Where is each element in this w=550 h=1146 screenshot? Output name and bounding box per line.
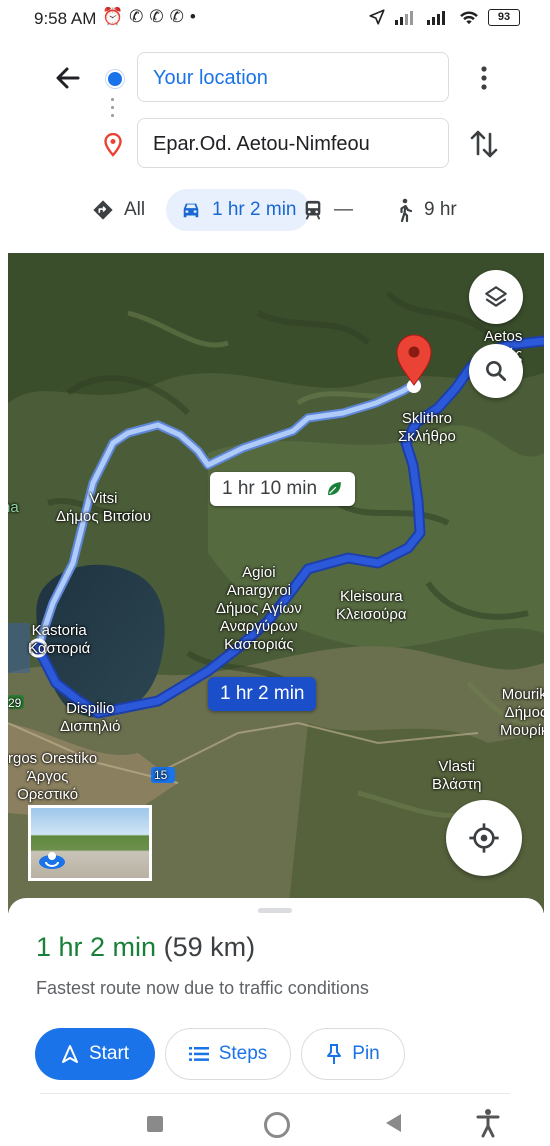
- layers-icon: [485, 286, 507, 307]
- route-description: Fastest route now due to traffic conditi…: [36, 978, 369, 998]
- home-icon[interactable]: [264, 1112, 290, 1138]
- main-route-time-label: 1 hr 2 min: [220, 683, 305, 704]
- battery-icon: 93: [488, 8, 520, 26]
- layers-button[interactable]: [469, 270, 523, 324]
- walking-icon: [400, 198, 413, 222]
- destination-pin-icon: [103, 132, 123, 162]
- back-triangle-icon[interactable]: [386, 1114, 401, 1132]
- system-navigation-bar: [0, 1102, 550, 1146]
- accessibility-icon[interactable]: [476, 1108, 500, 1143]
- my-location-icon: [469, 823, 499, 853]
- status-time: 9:58 AM: [34, 9, 97, 28]
- route-summary: 1 hr 2 min (59 km): [36, 932, 255, 963]
- route-connector-dots: [111, 98, 115, 122]
- map-label-vitsi: Vitsi Δήμος Βιτσίου: [56, 490, 151, 525]
- destination-input[interactable]: Epar.Od. Aetou-Nimfeou: [137, 118, 449, 168]
- map-label-vlasti: Vlasti Βλάστη: [432, 758, 482, 793]
- map-label-sklithro: Sklithro Σκλήθρο: [398, 410, 456, 445]
- list-icon: [188, 1047, 209, 1061]
- street-view-thumbnail[interactable]: [28, 805, 152, 881]
- tab-walking[interactable]: 9 hr: [394, 189, 457, 231]
- tab-walking-label: 9 hr: [424, 199, 457, 220]
- recents-icon[interactable]: [147, 1116, 163, 1132]
- map-label-kastoria: Kastoria Καστοριά: [28, 622, 91, 657]
- start-button-label: Start: [88, 1043, 130, 1064]
- tab-transit-label: —: [334, 199, 353, 220]
- dot-icon: •: [189, 7, 196, 26]
- map-label-mouriki: Mouriki Δήμος Μουρίκι: [500, 686, 544, 739]
- car-icon: [183, 203, 199, 218]
- location-arrow-icon: [369, 9, 385, 25]
- viber-icon: ✆: [129, 7, 144, 26]
- street-view-icon: [39, 852, 65, 869]
- sheet-divider: [40, 1093, 510, 1094]
- tab-driving[interactable]: 1 hr 2 min: [166, 189, 311, 231]
- eta-time: 1 hr 2 min: [36, 932, 157, 962]
- start-button[interactable]: Start: [35, 1028, 155, 1080]
- train-icon: [305, 200, 321, 220]
- status-notification-icons: ⏰ ✆ ✆ ✆ •: [102, 7, 196, 27]
- my-location-button[interactable]: [446, 800, 522, 876]
- pushpin-icon: [327, 1044, 342, 1064]
- alt-route-time-label: 1 hr 10 min: [222, 478, 318, 499]
- signal-icon: [395, 11, 413, 25]
- more-vert-icon: [481, 66, 487, 90]
- more-options-button[interactable]: [468, 60, 500, 96]
- status-right-icons: 93: [368, 8, 520, 26]
- map-label-dispilio: Dispilio Δισπηλιό: [60, 700, 121, 735]
- viber-icon: ✆: [149, 7, 164, 26]
- arrow-back-icon: [56, 67, 80, 89]
- status-bar: 9:58 AM ⏰ ✆ ✆ ✆ • 93: [0, 0, 550, 36]
- steps-button-label: Steps: [218, 1043, 268, 1064]
- tab-transit[interactable]: —: [302, 189, 353, 231]
- sheet-drag-handle[interactable]: [258, 908, 292, 913]
- map-label-road-15: 15: [154, 768, 168, 782]
- eco-leaf-icon: [328, 482, 341, 495]
- map-label-argos-orestiko: Argos Orestiko Άργος Ορεστικό: [8, 750, 98, 803]
- wifi-icon: [460, 11, 478, 25]
- map-label-agioi-anargyroi: Agioi Anargyroi Δήμος Αγίων Αναργύρων Κα…: [216, 564, 302, 653]
- tab-all[interactable]: All: [92, 189, 145, 231]
- swap-vert-icon: [470, 130, 498, 158]
- navigation-arrow-icon: [61, 1045, 78, 1063]
- search-button[interactable]: [469, 344, 523, 398]
- map-label-edge: na: [8, 499, 19, 516]
- origin-dot-icon: [106, 70, 124, 88]
- tab-all-label: All: [124, 199, 146, 220]
- tab-driving-label: 1 hr 2 min: [212, 199, 297, 220]
- viber-icon: ✆: [169, 7, 184, 26]
- pin-button[interactable]: Pin: [301, 1028, 405, 1080]
- steps-button[interactable]: Steps: [165, 1028, 291, 1080]
- search-icon: [486, 361, 507, 382]
- back-button[interactable]: [48, 58, 88, 98]
- map-label-kleisoura: Kleisoura Κλεισούρα: [336, 588, 407, 623]
- map-label-road-29: 29: [8, 696, 22, 710]
- map-view[interactable]: 29 15 na Aetos Αετός Sklithro Σκλήθρο Vi…: [8, 253, 544, 913]
- swap-button[interactable]: [466, 124, 502, 164]
- alt-route-time-callout[interactable]: 1 hr 10 min: [210, 472, 356, 506]
- route-bottom-sheet: 1 hr 2 min (59 km) Fastest route now due…: [8, 898, 544, 1098]
- signal-icon: [427, 11, 445, 25]
- origin-input[interactable]: Your location: [137, 52, 449, 102]
- pin-button-label: Pin: [352, 1043, 380, 1064]
- alarm-icon: ⏰: [102, 7, 124, 26]
- eta-distance: (59 km): [163, 932, 256, 962]
- main-route-time-callout[interactable]: 1 hr 2 min: [208, 677, 317, 711]
- directions-diamond-icon: [93, 200, 113, 220]
